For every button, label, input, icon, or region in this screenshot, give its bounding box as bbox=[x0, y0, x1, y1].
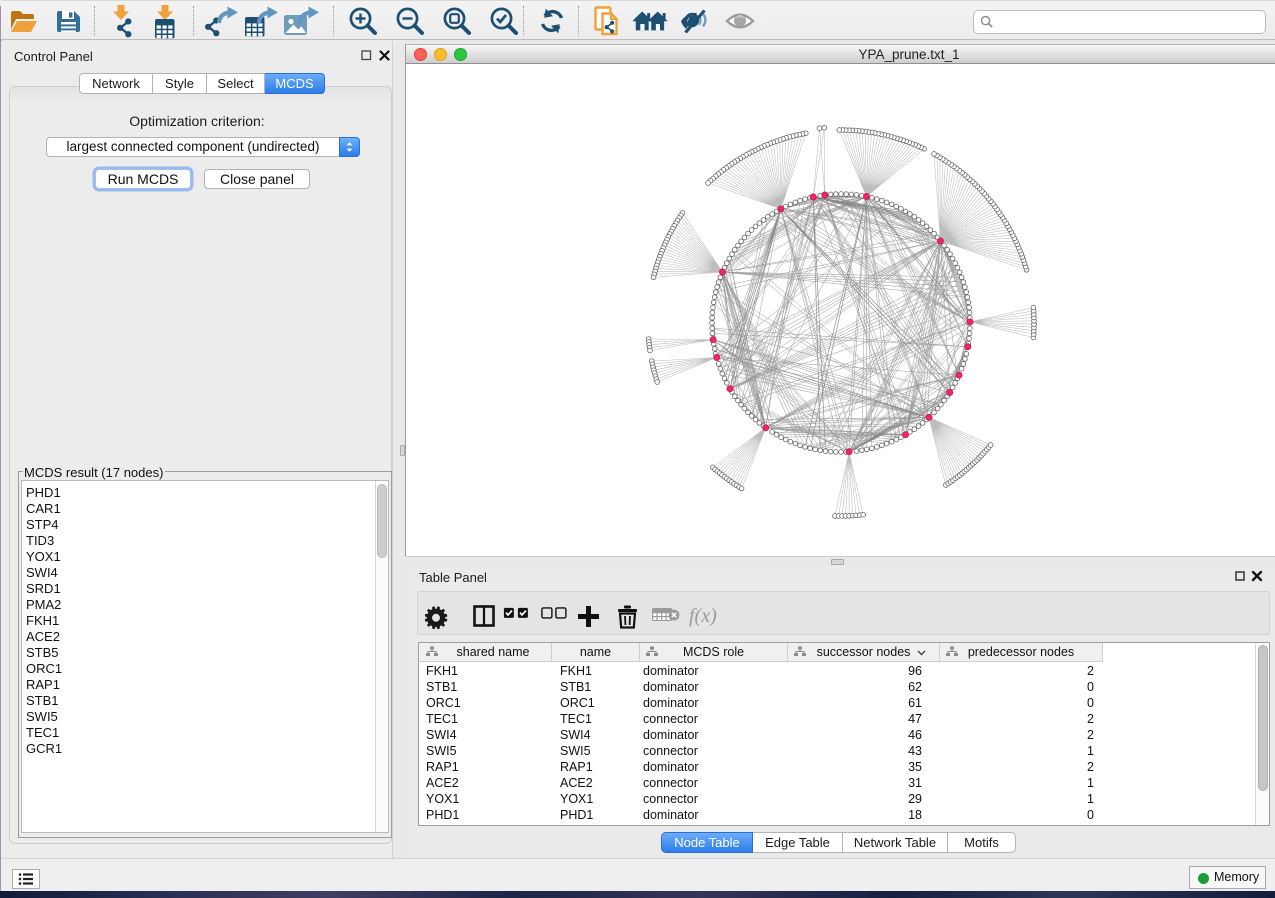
svg-text:f(x): f(x) bbox=[689, 605, 717, 627]
